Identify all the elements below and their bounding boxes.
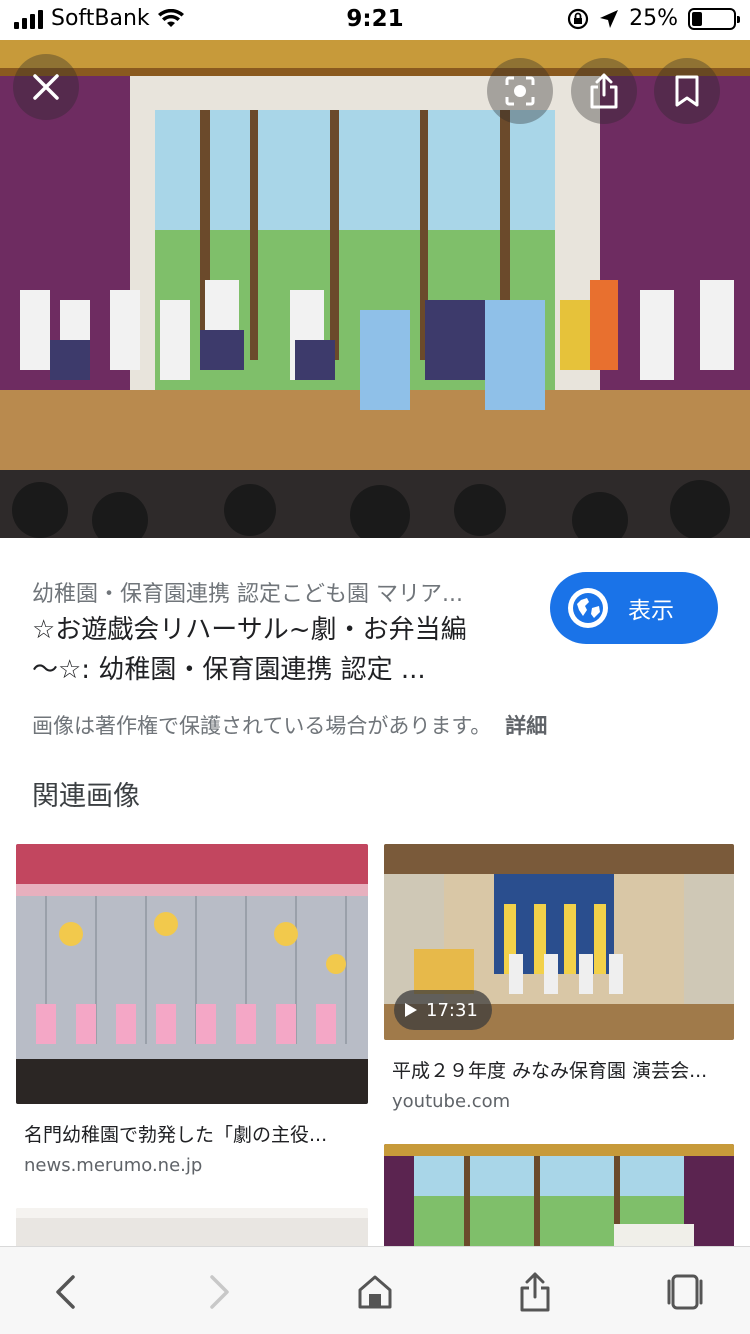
copyright-notice: 画像は著作権で保護されている場合があります。 詳細: [32, 710, 547, 740]
globe-icon: [568, 588, 608, 628]
browser-toolbar: [0, 1246, 750, 1334]
details-link[interactable]: 詳細: [505, 714, 547, 738]
play-icon: [405, 1003, 417, 1017]
orientation-lock-icon: [567, 8, 589, 29]
related-image-card[interactable]: [16, 1208, 368, 1248]
related-image-caption: 平成２９年度 みなみ保育園 演芸会...: [392, 1060, 708, 1082]
related-images-heading: 関連画像: [32, 781, 140, 812]
tabs-button[interactable]: [660, 1269, 710, 1315]
thumbnail-photo-1: [16, 844, 368, 1104]
related-image-card[interactable]: 名門幼稚園で勃発した「劇の主役... news.merumo.ne.jp: [16, 844, 368, 1176]
video-duration: 17:31: [426, 999, 478, 1021]
back-chevron-icon: [56, 1275, 75, 1309]
result-title-line1: ☆お遊戯会リハーサル~劇・お弁当編: [32, 615, 467, 645]
related-image-domain: youtube.com: [392, 1091, 511, 1112]
hero-photo: [0, 40, 750, 538]
lens-search-icon: [505, 76, 535, 106]
related-image-caption: 名門幼稚園で勃発した「劇の主役...: [24, 1124, 328, 1146]
copyright-text: 画像は著作権で保護されている場合があります。: [32, 714, 492, 738]
share-page-icon: [520, 1272, 550, 1312]
forward-button[interactable]: [195, 1269, 245, 1315]
thumbnail-photo-4: [384, 1144, 734, 1248]
related-image-thumbnail: [16, 1208, 368, 1248]
home-button[interactable]: [350, 1269, 400, 1315]
battery-level: [692, 11, 702, 26]
close-icon: [33, 74, 59, 100]
share-page-button[interactable]: [510, 1269, 560, 1315]
hero-image[interactable]: [0, 40, 750, 538]
related-image-card[interactable]: 17:31 平成２９年度 みなみ保育園 演芸会... youtube.com: [384, 844, 734, 1112]
close-button[interactable]: [13, 54, 79, 120]
thumbnail-photo-3: [16, 1208, 368, 1248]
related-image-domain: news.merumo.ne.jp: [24, 1155, 203, 1176]
related-image-thumbnail: [384, 1144, 734, 1248]
bookmark-icon: [675, 75, 699, 107]
related-image-card[interactable]: [384, 1144, 734, 1248]
video-duration-badge: 17:31: [394, 990, 492, 1030]
location-arrow-icon: [600, 9, 619, 28]
result-title[interactable]: ☆お遊戯会リハーサル~劇・お弁当編 ～☆: 幼稚園・保育園連携 認定 ...: [32, 610, 532, 690]
share-icon: [590, 73, 618, 109]
visit-button-label: 表示: [628, 598, 674, 624]
battery-percent: 25%: [629, 6, 678, 31]
back-button[interactable]: [40, 1269, 90, 1315]
visit-button[interactable]: 表示: [550, 572, 718, 644]
battery-icon: [688, 7, 740, 30]
tabs-icon: [667, 1274, 703, 1310]
forward-chevron-icon: [210, 1275, 229, 1309]
bookmark-button[interactable]: [654, 58, 720, 124]
lens-search-button[interactable]: [487, 58, 553, 124]
status-bar: SoftBank 9:21 25%: [0, 0, 750, 40]
share-button[interactable]: [571, 58, 637, 124]
home-icon: [358, 1275, 392, 1309]
source-site[interactable]: 幼稚園・保育園連携 認定こども園 マリア...: [32, 576, 532, 608]
result-title-line2: ～☆: 幼稚園・保育園連携 認定 ...: [32, 655, 426, 685]
related-image-thumbnail: 17:31: [384, 844, 734, 1040]
related-image-thumbnail: [16, 844, 368, 1104]
status-right: 25%: [567, 6, 740, 31]
